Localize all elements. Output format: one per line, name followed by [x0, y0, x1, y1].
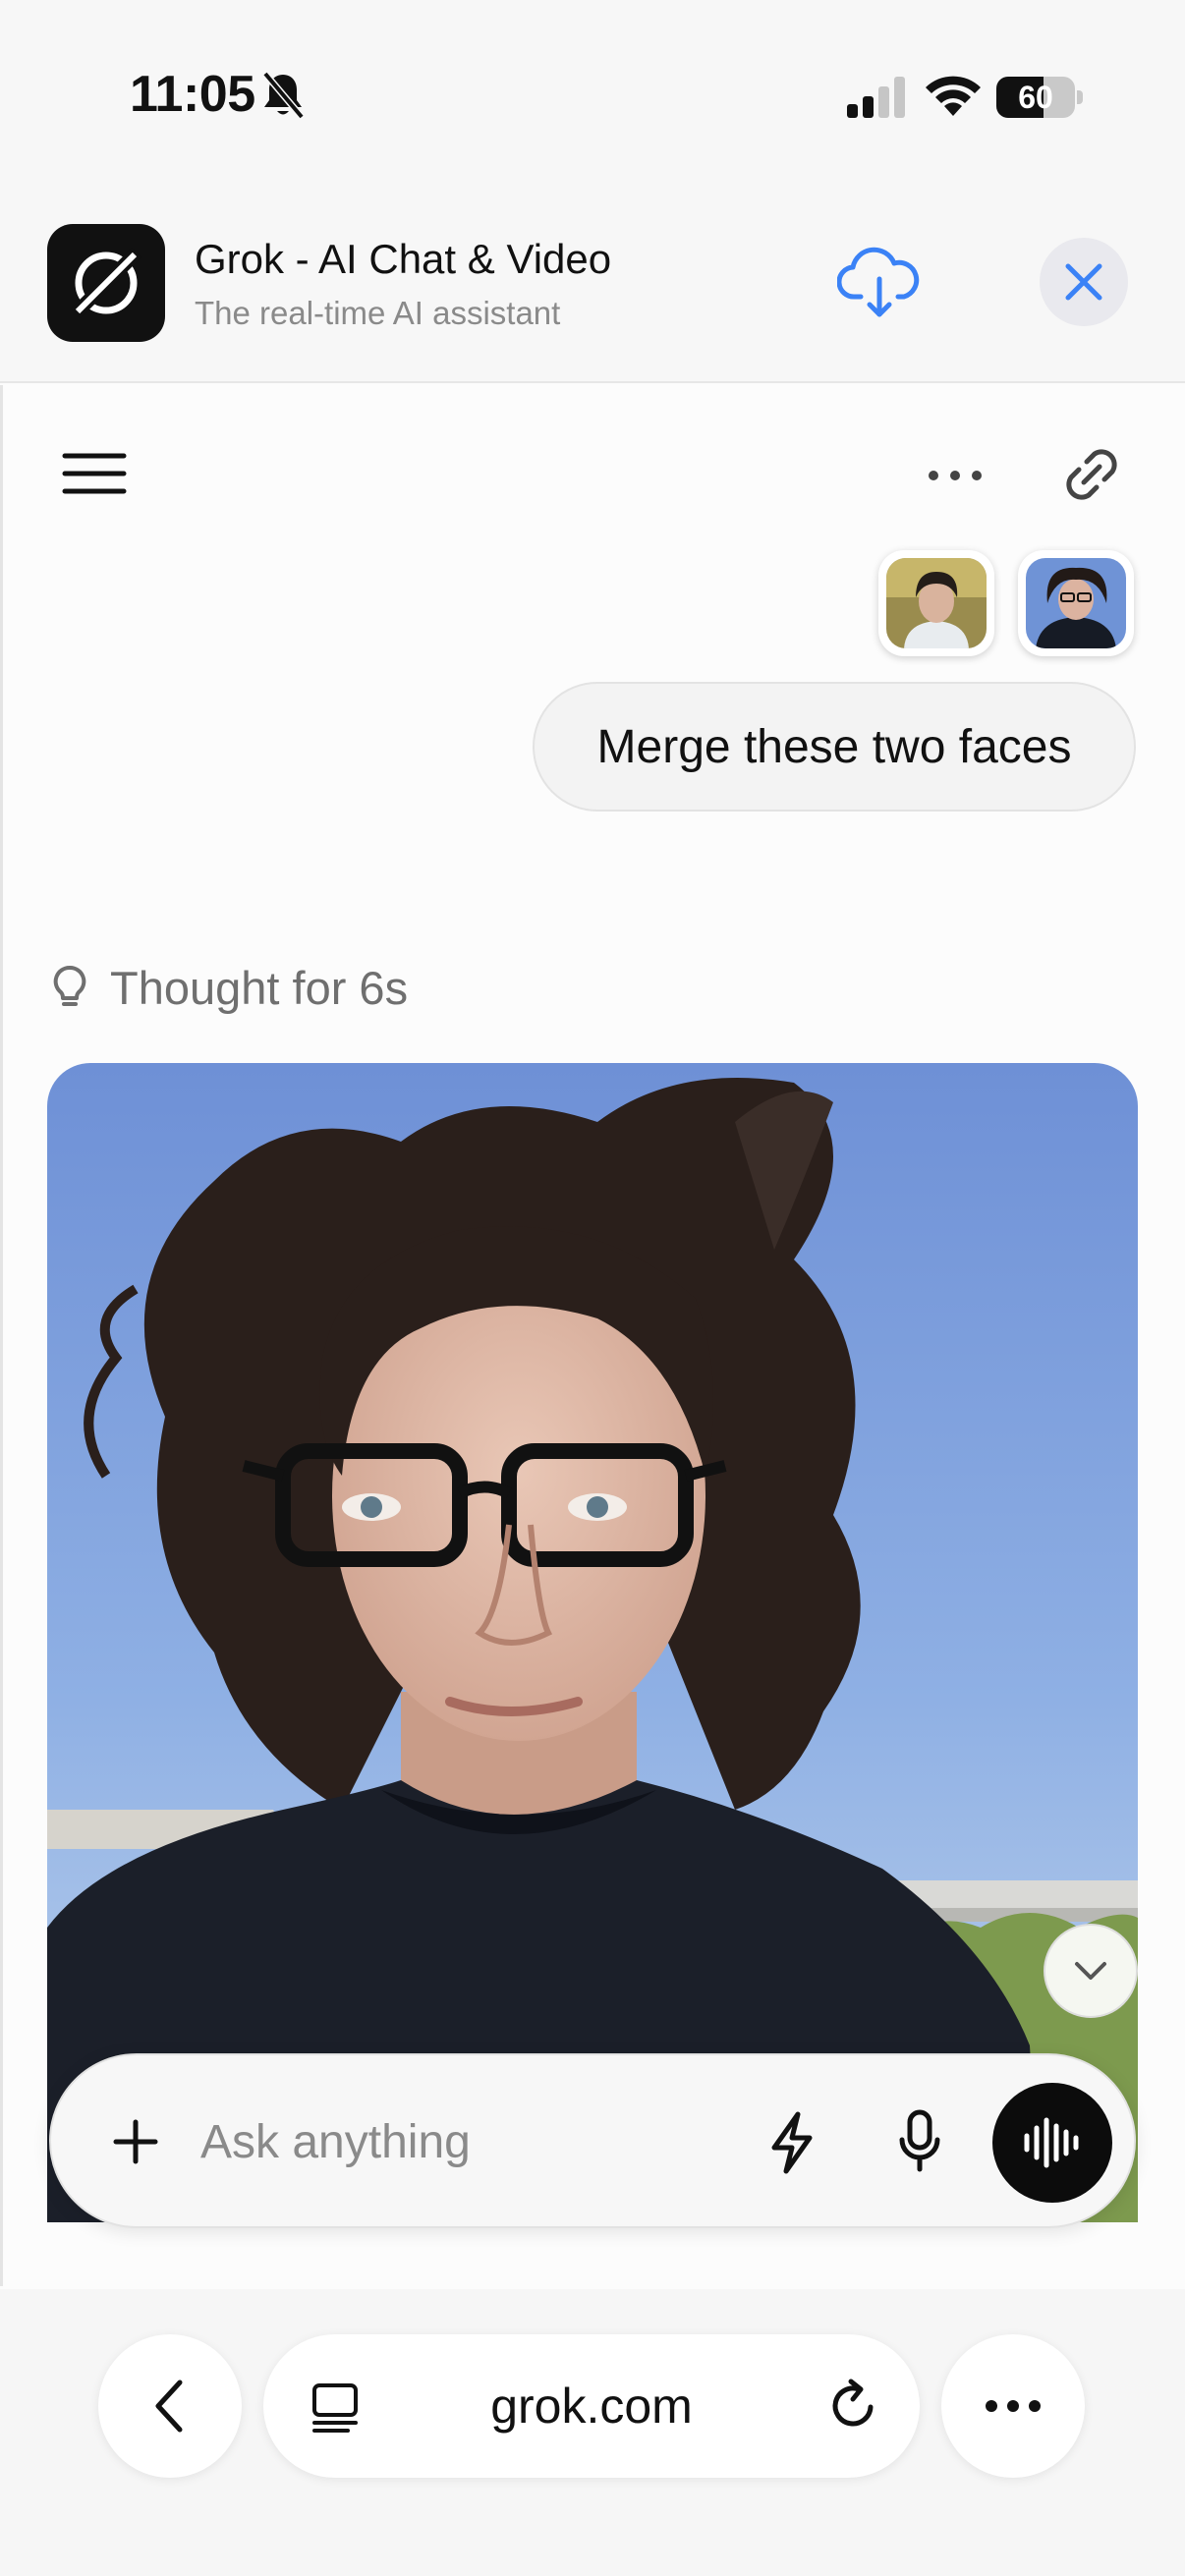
thought-label: Thought for 6s — [110, 961, 409, 1014]
bell-off-icon — [262, 71, 305, 120]
generated-image[interactable] — [47, 1063, 1138, 2222]
reload-icon[interactable] — [825, 2378, 882, 2435]
close-icon — [1065, 263, 1102, 301]
cellular-signal-icon — [847, 77, 905, 118]
app-banner: Grok - AI Chat & Video The real-time AI … — [0, 187, 1185, 383]
app-title: Grok - AI Chat & Video — [195, 236, 612, 282]
uploaded-image-thumbnail[interactable] — [878, 550, 994, 656]
back-button[interactable] — [98, 2334, 242, 2478]
close-banner-button[interactable] — [1040, 238, 1128, 326]
microphone-icon[interactable] — [888, 2104, 951, 2179]
lightning-icon[interactable] — [761, 2108, 823, 2177]
url-text: grok.com — [490, 2379, 693, 2434]
plus-icon[interactable] — [104, 2110, 167, 2173]
composer — [49, 2053, 1136, 2228]
status-bar: 11:05 60 — [0, 0, 1185, 187]
browser-toolbar: grok.com — [0, 2289, 1185, 2576]
battery-indicator: 60 — [996, 77, 1083, 118]
user-message-bubble: Merge these two faces — [533, 682, 1136, 812]
chevron-left-icon — [155, 2380, 183, 2433]
uploaded-image-thumbnail[interactable] — [1018, 550, 1134, 656]
chevron-down-icon — [1075, 1962, 1106, 1980]
cloud-download-icon[interactable] — [837, 246, 922, 320]
status-time: 11:05 — [130, 66, 255, 123]
link-icon[interactable] — [1057, 440, 1126, 509]
page-edge — [0, 385, 3, 2286]
battery-level: 60 — [1018, 80, 1053, 115]
hamburger-menu-icon[interactable] — [59, 444, 130, 503]
voice-waveform-icon — [1024, 2117, 1079, 2168]
wifi-icon — [926, 76, 981, 116]
address-bar[interactable]: grok.com — [263, 2334, 920, 2478]
more-horizontal-icon — [986, 2400, 1041, 2412]
lightbulb-icon — [53, 965, 86, 1006]
scroll-to-bottom-button[interactable] — [1044, 1924, 1138, 2018]
thought-indicator[interactable]: Thought for 6s — [49, 955, 408, 1020]
chat-header — [0, 385, 1185, 562]
browser-more-button[interactable] — [941, 2334, 1085, 2478]
voice-mode-button[interactable] — [992, 2083, 1112, 2203]
grok-logo-icon[interactable] — [47, 224, 165, 342]
ask-input[interactable] — [200, 2097, 751, 2187]
more-horizontal-icon[interactable] — [920, 448, 990, 503]
app-subtitle: The real-time AI assistant — [195, 295, 561, 331]
